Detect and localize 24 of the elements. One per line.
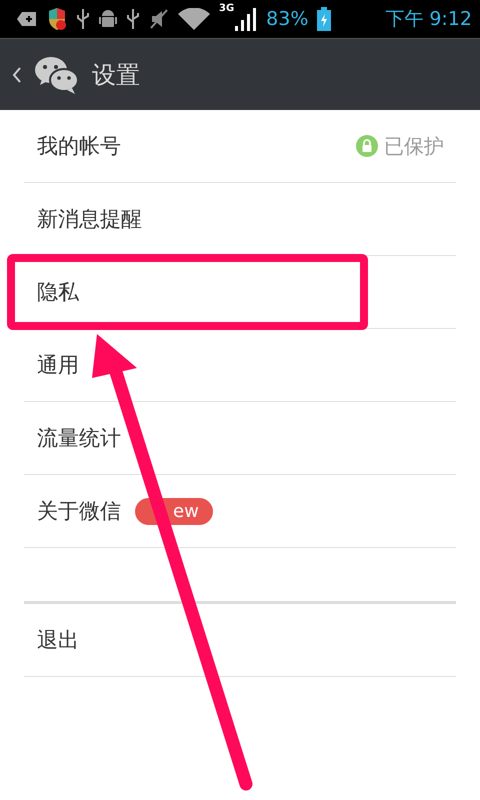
- android-icon: [99, 8, 117, 30]
- signal-icon: [233, 7, 258, 31]
- status-label: 已保护: [356, 132, 444, 160]
- menu-item[interactable]: 新消息提醒: [37, 205, 142, 233]
- wifi-icon: [178, 8, 210, 30]
- menu-item[interactable]: 退出: [37, 626, 79, 654]
- shield-icon: [47, 7, 67, 31]
- menu-item[interactable]: 关于微信: [37, 497, 121, 525]
- usb-icon: [76, 8, 90, 30]
- menu-item[interactable]: 通用: [37, 351, 79, 379]
- network-label: 3G: [219, 3, 234, 14]
- lock-icon: [356, 135, 378, 157]
- menu-item[interactable]: 我的帐号: [37, 132, 121, 160]
- back-icon[interactable]: [12, 66, 22, 84]
- menu-item[interactable]: 隐私: [37, 278, 79, 306]
- page-title: 设置: [92, 60, 140, 90]
- mute-icon: [149, 8, 169, 30]
- chat-bubbles-icon: [34, 54, 80, 94]
- battery-icon: [317, 7, 332, 31]
- menu-item[interactable]: 流量统计: [37, 424, 121, 452]
- clock: 下午 9:12: [385, 7, 472, 32]
- battery-percent: 83%: [266, 8, 308, 30]
- notification-icon: [16, 10, 38, 28]
- usb-icon: [126, 8, 140, 30]
